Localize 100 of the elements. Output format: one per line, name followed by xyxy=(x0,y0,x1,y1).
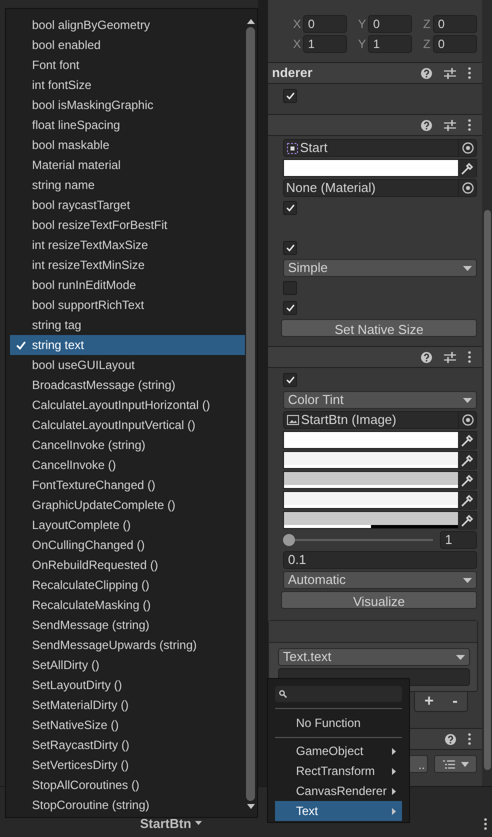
help-icon[interactable] xyxy=(421,120,432,130)
search-field[interactable] xyxy=(275,686,402,702)
menu-item[interactable]: SetMaterialDirty () xyxy=(10,695,245,715)
checkbox[interactable] xyxy=(283,89,297,103)
help-icon[interactable] xyxy=(421,68,432,78)
action-button[interactable]: Visualize xyxy=(281,591,477,609)
menu-item[interactable]: CanvasRenderer xyxy=(275,781,402,801)
menu-item[interactable]: GraphicUpdateComplete () xyxy=(10,495,245,515)
eyedropper-button[interactable] xyxy=(458,492,476,510)
menu-item[interactable]: bool alignByGeometry xyxy=(10,15,245,35)
menu-icon[interactable] xyxy=(468,733,471,745)
menu-item[interactable]: SetRaycastDirty () xyxy=(10,735,245,755)
object-dropdown[interactable]: StartBtn xyxy=(140,814,202,833)
scroll-down-icon[interactable] xyxy=(246,804,254,809)
menu-icon[interactable] xyxy=(468,119,471,131)
menu-item[interactable]: bool useGUILayout xyxy=(10,355,245,375)
slider[interactable] xyxy=(283,534,433,546)
dropdown[interactable]: Automatic xyxy=(283,571,477,589)
menu-item[interactable]: CalculateLayoutInputVertical () xyxy=(10,415,245,435)
menu-item[interactable]: bool raycastTarget xyxy=(10,195,245,215)
object-field[interactable]: StartBtn (Image) xyxy=(283,411,477,429)
number-field[interactable]: 0 xyxy=(303,15,348,33)
function-dropdown[interactable]: Text.text xyxy=(278,648,470,666)
object-field[interactable]: None (Material) xyxy=(283,179,477,197)
menu-item[interactable]: RectTransform xyxy=(275,761,402,781)
menu-item[interactable]: string text xyxy=(10,335,245,355)
menu-item[interactable]: bool isMaskingGraphic xyxy=(10,95,245,115)
eyedropper-button[interactable] xyxy=(458,452,476,470)
menu-icon[interactable] xyxy=(484,818,487,830)
menu-item[interactable]: StopAllCoroutines () xyxy=(10,775,245,795)
remove-button[interactable]: - xyxy=(452,690,458,714)
menu-item[interactable]: CancelInvoke (string) xyxy=(10,435,245,455)
action-button[interactable]: Set Native Size xyxy=(281,319,477,337)
menu-item[interactable]: int resizeTextMinSize xyxy=(10,255,245,275)
menu-item[interactable]: OnCullingChanged () xyxy=(10,535,245,555)
object-field[interactable]: Start xyxy=(283,139,477,157)
slider-thumb[interactable] xyxy=(283,534,295,546)
object-picker-button[interactable] xyxy=(458,179,476,197)
number-field[interactable]: 1 xyxy=(440,531,477,549)
number-field[interactable]: 0 xyxy=(432,35,477,53)
menu-item[interactable]: Text xyxy=(275,801,402,821)
menu-item[interactable]: RecalculateClipping () xyxy=(10,575,245,595)
menu-item[interactable]: GameObject xyxy=(275,741,402,761)
menu-item[interactable]: BroadcastMessage (string) xyxy=(10,375,245,395)
number-field[interactable]: 0 xyxy=(368,15,412,33)
list-dropdown[interactable] xyxy=(434,755,477,773)
checkbox[interactable] xyxy=(283,373,297,387)
sliders-icon[interactable] xyxy=(444,120,456,130)
menu-item[interactable]: OnRebuildRequested () xyxy=(10,555,245,575)
menu-item[interactable]: string tag xyxy=(10,315,245,335)
object-picker-button[interactable] xyxy=(458,411,476,429)
eyedropper-button[interactable] xyxy=(458,472,476,490)
menu-item[interactable]: float lineSpacing xyxy=(10,115,245,135)
sliders-icon[interactable] xyxy=(444,352,456,362)
checkbox[interactable] xyxy=(283,201,297,215)
scrollbar-thumb[interactable] xyxy=(246,27,255,801)
menu-item[interactable]: SetVerticesDirty () xyxy=(10,755,245,775)
menu-item[interactable]: SendMessage (string) xyxy=(10,615,245,635)
color-swatch[interactable] xyxy=(284,160,458,176)
eyedropper-button[interactable] xyxy=(458,160,476,178)
menu-item[interactable]: FontTextureChanged () xyxy=(10,475,245,495)
menu-item[interactable]: No Function xyxy=(275,713,402,733)
color-swatch[interactable] xyxy=(284,452,458,468)
menu-item[interactable]: SetLayoutDirty () xyxy=(10,675,245,695)
scroll-up-icon[interactable] xyxy=(246,19,254,24)
checkbox[interactable] xyxy=(283,241,297,255)
number-field[interactable]: 1 xyxy=(368,35,412,53)
number-field[interactable]: 1 xyxy=(303,35,348,53)
menu-item[interactable]: SendMessageUpwards (string) xyxy=(10,635,245,655)
menu-item[interactable]: int fontSize xyxy=(10,75,245,95)
menu-item[interactable]: bool resizeTextForBestFit xyxy=(10,215,245,235)
menu-item[interactable]: CancelInvoke () xyxy=(10,455,245,475)
object-picker-button[interactable] xyxy=(458,139,476,157)
menu-item[interactable]: bool maskable xyxy=(10,135,245,155)
help-icon[interactable] xyxy=(421,352,432,362)
color-swatch[interactable] xyxy=(284,432,458,448)
menu-icon[interactable] xyxy=(468,351,471,363)
menu-item[interactable]: RecalculateMasking () xyxy=(10,595,245,615)
more-button[interactable]: .. xyxy=(408,755,428,773)
menu-item[interactable]: CalculateLayoutInputHorizontal () xyxy=(10,395,245,415)
scrollbar-thumb[interactable] xyxy=(484,210,490,770)
color-swatch[interactable] xyxy=(284,472,458,488)
dropdown[interactable]: Simple xyxy=(283,259,477,277)
sliders-icon[interactable] xyxy=(444,68,456,78)
menu-item[interactable]: bool enabled xyxy=(10,35,245,55)
checkbox[interactable] xyxy=(283,281,297,295)
help-icon[interactable] xyxy=(445,734,456,744)
menu-item[interactable]: Material material xyxy=(10,155,245,175)
menu-icon[interactable] xyxy=(468,67,471,79)
menu-item[interactable]: string name xyxy=(10,175,245,195)
dropdown[interactable]: Color Tint xyxy=(283,391,477,409)
color-swatch[interactable] xyxy=(284,492,458,508)
menu-item[interactable]: SetNativeSize () xyxy=(10,715,245,735)
eyedropper-button[interactable] xyxy=(458,512,476,530)
menu-item[interactable]: LayoutComplete () xyxy=(10,515,245,535)
eyedropper-button[interactable] xyxy=(458,432,476,450)
menu-item[interactable]: SetAllDirty () xyxy=(10,655,245,675)
menu-item[interactable]: StopCoroutine (string) xyxy=(10,795,245,815)
menu-item[interactable]: Font font xyxy=(10,55,245,75)
number-field[interactable]: 0 xyxy=(432,15,477,33)
